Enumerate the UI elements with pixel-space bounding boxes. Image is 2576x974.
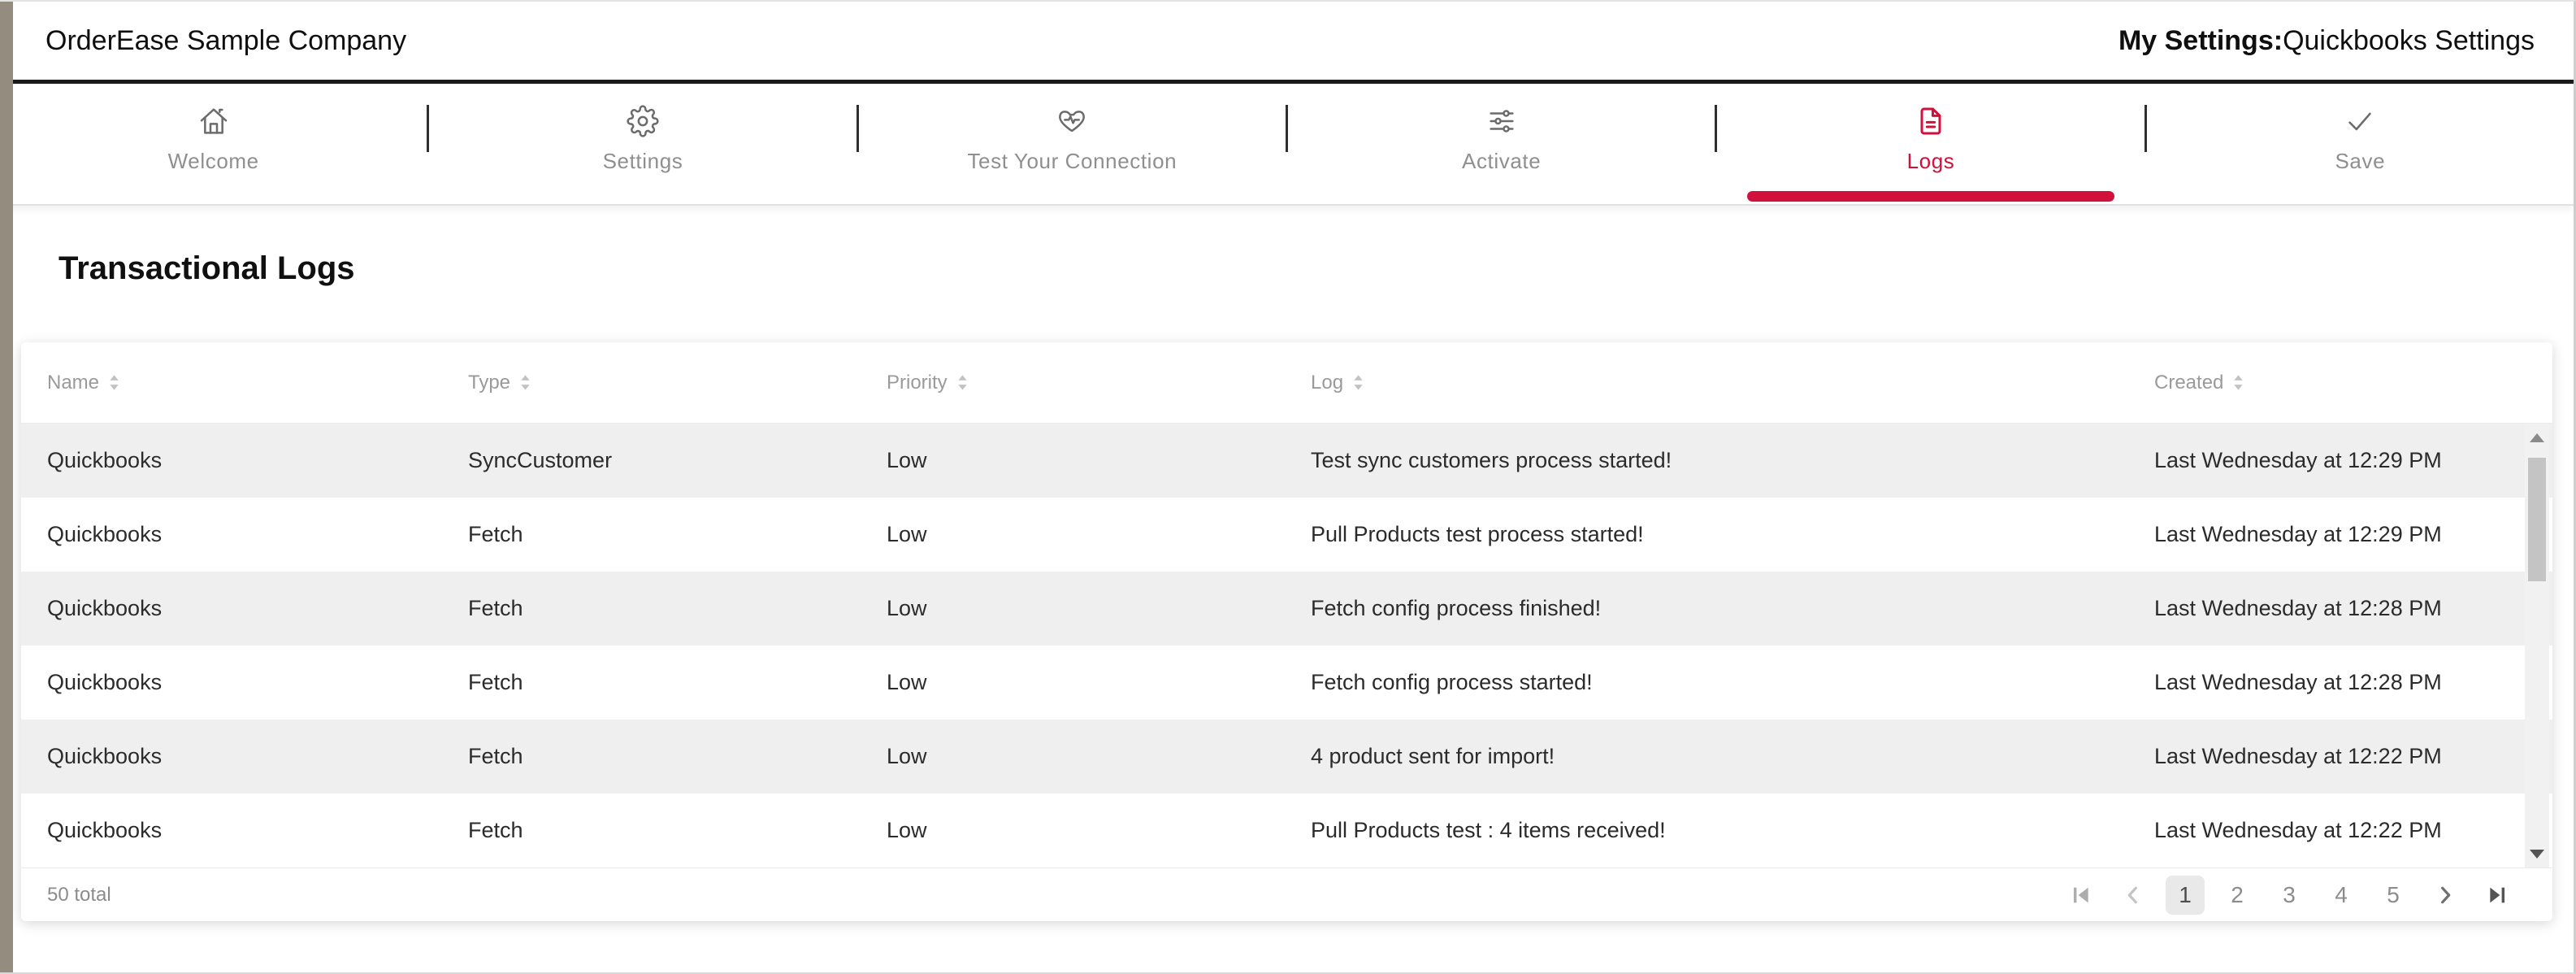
page-title: Transactional Logs bbox=[59, 250, 355, 286]
tab-label: Settings bbox=[602, 149, 683, 173]
cell-log: Fetch config process started! bbox=[1311, 670, 1593, 694]
page-button-3[interactable]: 3 bbox=[2270, 876, 2309, 915]
page-button-4[interactable]: 4 bbox=[2322, 876, 2361, 915]
tab-settings[interactable]: Settings bbox=[429, 84, 856, 204]
next-page-button[interactable] bbox=[2426, 876, 2465, 915]
table-row: Quickbooks Fetch Low Fetch config proces… bbox=[21, 646, 2552, 720]
cell-type: Fetch bbox=[468, 744, 523, 768]
tab-label: Test Your Connection bbox=[967, 149, 1177, 173]
company-name: OrderEase Sample Company bbox=[46, 24, 407, 56]
cell-log: Pull Products test process started! bbox=[1311, 522, 1644, 546]
window-edge bbox=[0, 2, 13, 972]
tab-save[interactable]: Save bbox=[2147, 84, 2574, 204]
first-page-button[interactable] bbox=[2062, 876, 2101, 915]
table-footer: 50 total 1 2 3 4 5 bbox=[21, 867, 2552, 921]
column-header-created[interactable]: Created bbox=[2128, 372, 2552, 394]
table-row: Quickbooks Fetch Low 4 product sent for … bbox=[21, 720, 2552, 794]
page-button-5[interactable]: 5 bbox=[2374, 876, 2413, 915]
cell-type: Fetch bbox=[468, 818, 523, 842]
cell-name: Quickbooks bbox=[47, 448, 163, 472]
tab-label: Save bbox=[2335, 149, 2386, 173]
column-header-log[interactable]: Log bbox=[1285, 372, 2128, 394]
page-button-2[interactable]: 2 bbox=[2218, 876, 2257, 915]
sort-icon bbox=[957, 374, 968, 391]
cell-priority: Low bbox=[887, 522, 927, 546]
sliders-icon bbox=[1485, 103, 1518, 139]
cell-log: 4 product sent for import! bbox=[1311, 744, 1555, 768]
pagination: 1 2 3 4 5 bbox=[2062, 875, 2517, 915]
cell-priority: Low bbox=[887, 744, 927, 768]
cell-log: Test sync customers process started! bbox=[1311, 448, 1672, 472]
cell-type: Fetch bbox=[468, 670, 523, 694]
table-header-row: Name Type Priority Log Created bbox=[21, 342, 2552, 424]
my-settings-value: Quickbooks Settings bbox=[2283, 24, 2535, 56]
cell-name: Quickbooks bbox=[47, 596, 163, 620]
cell-priority: Low bbox=[887, 670, 927, 694]
cell-name: Quickbooks bbox=[47, 818, 163, 842]
sort-icon bbox=[520, 374, 531, 391]
scroll-up-icon[interactable] bbox=[2525, 424, 2549, 451]
cell-type: Fetch bbox=[468, 596, 523, 620]
check-icon bbox=[2344, 103, 2376, 139]
document-icon bbox=[1915, 103, 1947, 139]
table-row: Quickbooks Fetch Low Pull Products test … bbox=[21, 794, 2552, 867]
vertical-scrollbar[interactable] bbox=[2525, 424, 2549, 867]
column-header-priority[interactable]: Priority bbox=[861, 372, 1285, 394]
column-label: Name bbox=[47, 371, 100, 394]
last-page-button[interactable] bbox=[2478, 876, 2517, 915]
previous-page-button[interactable] bbox=[2114, 876, 2153, 915]
cell-created: Last Wednesday at 12:22 PM bbox=[2154, 818, 2442, 842]
cell-name: Quickbooks bbox=[47, 744, 163, 768]
tab-test-your-connection[interactable]: Test Your Connection bbox=[859, 84, 1286, 204]
cell-priority: Low bbox=[887, 818, 927, 842]
column-label: Type bbox=[468, 371, 511, 394]
tab-activate[interactable]: Activate bbox=[1288, 84, 1715, 204]
tab-logs[interactable]: Logs bbox=[1717, 84, 2144, 204]
column-header-type[interactable]: Type bbox=[442, 372, 861, 394]
scroll-down-icon[interactable] bbox=[2525, 840, 2549, 867]
column-label: Created bbox=[2154, 371, 2224, 394]
app-window: OrderEase Sample Company My Settings:Qui… bbox=[0, 0, 2576, 974]
cell-log: Pull Products test : 4 items received! bbox=[1311, 818, 1666, 842]
cell-created: Last Wednesday at 12:29 PM bbox=[2154, 522, 2442, 546]
cell-type: Fetch bbox=[468, 522, 523, 546]
cell-type: SyncCustomer bbox=[468, 448, 613, 472]
page-button-1[interactable]: 1 bbox=[2166, 875, 2205, 915]
sort-icon bbox=[2233, 374, 2244, 391]
sort-icon bbox=[1353, 374, 1364, 391]
settings-tabbar: Welcome Settings Test Your Connection Ac… bbox=[0, 84, 2574, 206]
column-label: Log bbox=[1311, 371, 1344, 394]
table-row: Quickbooks SyncCustomer Low Test sync cu… bbox=[21, 424, 2552, 498]
heart-pulse-icon bbox=[1056, 103, 1088, 139]
app-header: OrderEase Sample Company My Settings:Qui… bbox=[0, 2, 2574, 84]
column-header-name[interactable]: Name bbox=[21, 372, 442, 394]
column-label: Priority bbox=[887, 371, 948, 394]
cell-name: Quickbooks bbox=[47, 670, 163, 694]
scrollbar-thumb[interactable] bbox=[2528, 458, 2546, 581]
cell-name: Quickbooks bbox=[47, 522, 163, 546]
total-count: 50 total bbox=[47, 883, 111, 906]
tab-label: Activate bbox=[1462, 149, 1542, 173]
my-settings-breadcrumb: My Settings:Quickbooks Settings bbox=[2118, 25, 2535, 57]
tab-welcome[interactable]: Welcome bbox=[0, 84, 427, 204]
my-settings-label: My Settings: bbox=[2118, 24, 2283, 56]
active-tab-underline bbox=[1747, 191, 2114, 202]
table-row: Quickbooks Fetch Low Pull Products test … bbox=[21, 498, 2552, 572]
gear-icon bbox=[627, 103, 659, 139]
tab-label: Logs bbox=[1906, 149, 1955, 173]
table-row: Quickbooks Fetch Low Fetch config proces… bbox=[21, 572, 2552, 646]
logs-table-card: Name Type Priority Log Created Quickbook… bbox=[21, 342, 2552, 921]
cell-created: Last Wednesday at 12:28 PM bbox=[2154, 596, 2442, 620]
cell-priority: Low bbox=[887, 448, 927, 472]
cell-created: Last Wednesday at 12:28 PM bbox=[2154, 670, 2442, 694]
table-body: Quickbooks SyncCustomer Low Test sync cu… bbox=[21, 424, 2552, 867]
sort-icon bbox=[109, 374, 119, 391]
cell-created: Last Wednesday at 12:22 PM bbox=[2154, 744, 2442, 768]
tab-label: Welcome bbox=[167, 149, 259, 173]
cell-priority: Low bbox=[887, 596, 927, 620]
cell-created: Last Wednesday at 12:29 PM bbox=[2154, 448, 2442, 472]
cell-log: Fetch config process finished! bbox=[1311, 596, 1602, 620]
home-icon bbox=[197, 103, 230, 139]
